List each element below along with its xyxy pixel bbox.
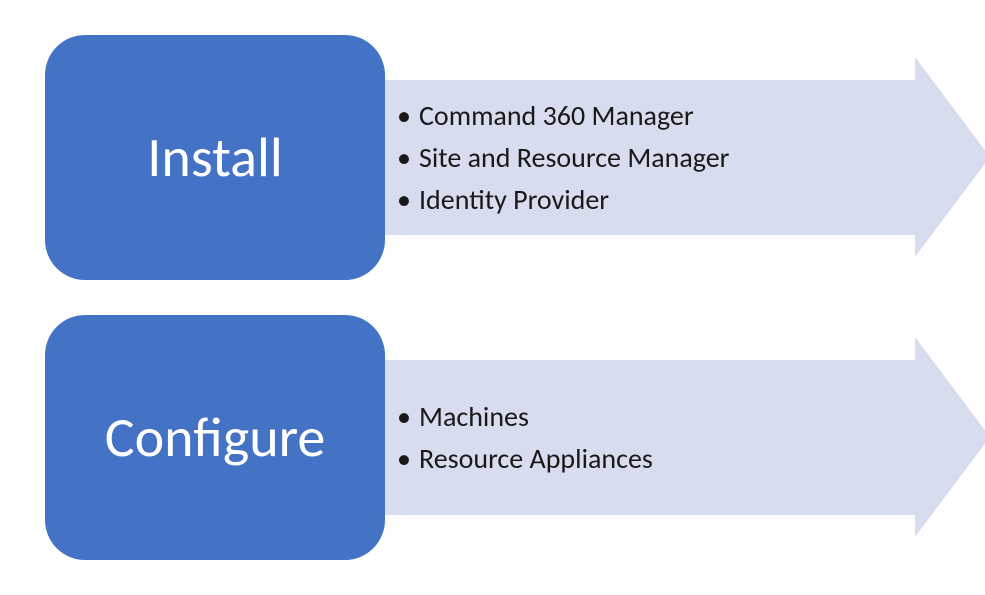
install-box-label: Install (147, 124, 282, 192)
install-box: Install (45, 35, 385, 280)
configure-arrow-head-icon (915, 337, 985, 537)
install-row: Command 360 Manager Site and Resource Ma… (45, 35, 985, 280)
install-items-list: Command 360 Manager Site and Resource Ma… (397, 95, 915, 221)
list-item: Site and Resource Manager (397, 137, 915, 179)
list-item: Command 360 Manager (397, 95, 915, 137)
list-item: Resource Appliances (397, 438, 915, 480)
configure-box: Configure (45, 315, 385, 560)
list-item: Identity Provider (397, 179, 915, 221)
install-arrow-head-icon (915, 57, 985, 257)
configure-items-list: Machines Resource Appliances (397, 396, 915, 480)
list-item: Machines (397, 396, 915, 438)
configure-box-label: Configure (105, 404, 326, 472)
configure-row: Machines Resource Appliances Configure (45, 315, 985, 560)
